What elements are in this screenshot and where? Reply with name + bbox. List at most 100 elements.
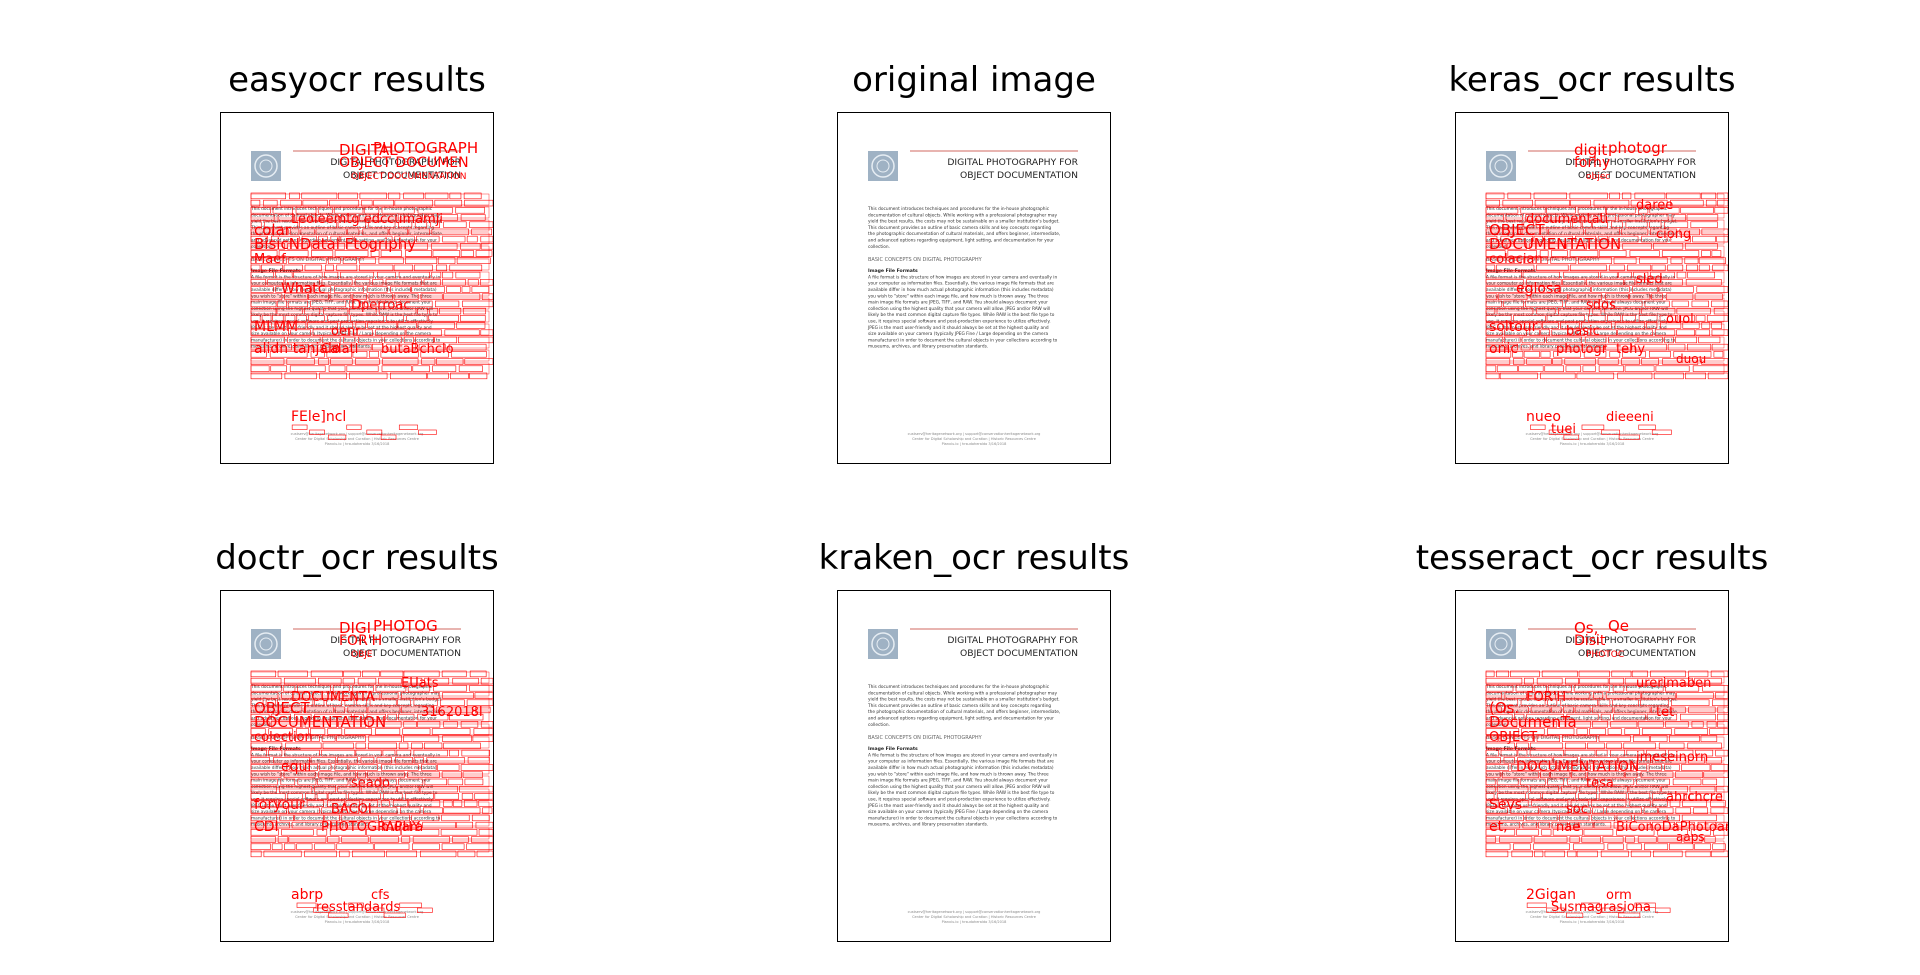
- ocr-box: [480, 243, 493, 250]
- ocr-box: [1518, 365, 1544, 372]
- ocr-box: [281, 829, 314, 836]
- ocr-box: [471, 228, 493, 236]
- ocr-box: [441, 843, 465, 850]
- ocr-box: [1714, 207, 1728, 214]
- ocr-box: [417, 721, 441, 728]
- ocr-word: EUats: [401, 676, 439, 691]
- intro-line: documentation of cultural objects. While…: [868, 690, 1058, 696]
- intro-line: This document provides an outline of bas…: [867, 703, 1051, 709]
- ocr-box: [1622, 243, 1652, 250]
- footer-line: custserv@heritagenetwork.org | support@c…: [908, 432, 1041, 436]
- ocr-box: [464, 358, 493, 365]
- ocr-word: Calatl: [321, 342, 358, 357]
- ocr-box: [461, 749, 491, 757]
- ocr-word: CDI: [254, 819, 279, 835]
- body-line: JPEG is the most user-friendly and it sh…: [867, 803, 1049, 809]
- ocr-box: [296, 843, 313, 850]
- ocr-box: [1624, 365, 1655, 372]
- ocr-box: [1703, 771, 1728, 778]
- ocr-box: [1675, 336, 1698, 344]
- ocr-box: [270, 365, 287, 372]
- ocr-box: [1713, 351, 1724, 358]
- ocr-box: [444, 329, 480, 336]
- ocr-box: [1686, 214, 1719, 221]
- ocr-box: [250, 836, 276, 843]
- ocr-box: [456, 322, 486, 329]
- ocr-box: [442, 735, 472, 742]
- ocr-box: [1710, 807, 1728, 814]
- ocr-box: [442, 692, 474, 699]
- ocr-box: [1669, 735, 1700, 742]
- ocr-box: [1681, 764, 1711, 771]
- ocr-box: [1717, 706, 1728, 714]
- document-title-line1: DIGITAL PHOTOGRAPHY FOR: [947, 157, 1078, 168]
- footer-line: Center for Digital Scholarship and Curat…: [1530, 437, 1654, 441]
- ocr-box: [1485, 193, 1725, 206]
- ocr-box: [399, 902, 422, 908]
- body-line: available differ in how much actual phot…: [251, 765, 437, 771]
- intro-line: and advanced options regarding equipment…: [868, 238, 1054, 244]
- body-line: use, it requires special software and po…: [868, 797, 1051, 803]
- ocr-box: [250, 358, 285, 365]
- ocr-box: [475, 821, 493, 829]
- body-line: manufacturer) in order to document the c…: [868, 337, 1058, 343]
- ocr-box: [1589, 728, 1606, 735]
- seal-logo-icon: [868, 629, 898, 659]
- footer-line: custserv@heritagenetwork.org | support@c…: [1526, 432, 1659, 436]
- document-thumbnail: DIGITAL PHOTOGRAPHY FOR OBJECT DOCUMENTAT…: [220, 112, 494, 464]
- ocr-word: nae: [1556, 820, 1580, 835]
- body-line: you wish to "store" within each image fi…: [868, 771, 1049, 777]
- intro-line: collection.: [868, 722, 890, 728]
- ocr-box: [441, 814, 470, 822]
- ocr-box: [460, 250, 474, 257]
- ocr-box: [1526, 902, 1547, 908]
- ocr-word: OBJE: [351, 650, 373, 660]
- ocr-box: [446, 286, 461, 293]
- ocr-box: [421, 358, 436, 365]
- body-line: likely be the most common digital captur…: [868, 312, 1055, 318]
- ocr-box: [368, 351, 379, 358]
- body-line: main image file formats are JPEG, TIFF, …: [1486, 300, 1666, 306]
- ocr-box: [480, 235, 493, 243]
- ocr-word: onic: [1489, 341, 1518, 357]
- ocr-box: [288, 836, 327, 843]
- intro-line: yield the best results, the costs may no…: [868, 697, 1060, 703]
- ocr-box: [473, 728, 493, 735]
- intro-line: This document introduces techniques and …: [867, 206, 1050, 212]
- ocr-box: [432, 365, 457, 372]
- ocr-box: [1621, 358, 1640, 365]
- ocr-word: DOCUMENTATION: [1516, 759, 1639, 775]
- ocr-box: [441, 771, 462, 778]
- ocr-box: [471, 836, 493, 843]
- document-svg: DIGITAL PHOTOGRAPHY FOR OBJECT DOCUMENTAT…: [867, 628, 1079, 924]
- ocr-box: [1581, 424, 1605, 430]
- ocr-box: [474, 692, 493, 699]
- ocr-box: [471, 814, 490, 822]
- ocr-box: [1701, 322, 1711, 329]
- ocr-box: [271, 843, 283, 850]
- ocr-box: [455, 271, 481, 279]
- body-line: use, it requires special software and po…: [868, 319, 1051, 325]
- ocr-box: [1626, 843, 1642, 850]
- ocr-box: [452, 836, 469, 843]
- ocr-word: dieeeni: [1606, 410, 1654, 425]
- ocr-word: FOR'H: [1526, 690, 1566, 705]
- ocr-box: [1687, 271, 1715, 279]
- body-line: size available on your camera (typically…: [868, 809, 1048, 815]
- ocr-box: [1687, 343, 1712, 351]
- ocr-box: [459, 315, 486, 322]
- ocr-box: [1717, 721, 1728, 728]
- ocr-box: [455, 207, 485, 214]
- ocr-word: ouol: [1666, 312, 1694, 327]
- ocr-box: [403, 721, 417, 728]
- ocr-box: [341, 836, 369, 843]
- ocr-box: [1694, 843, 1711, 850]
- ocr-box: [467, 279, 479, 286]
- ocr-box: [378, 257, 404, 264]
- ocr-box: [1665, 721, 1689, 728]
- ocr-box: [1607, 843, 1624, 850]
- ocr-box: [284, 843, 296, 850]
- ocr-box: [1598, 735, 1631, 742]
- ocr-box: [471, 286, 490, 293]
- document-title-line2: OBJECT DOCUMENTATION: [960, 170, 1078, 181]
